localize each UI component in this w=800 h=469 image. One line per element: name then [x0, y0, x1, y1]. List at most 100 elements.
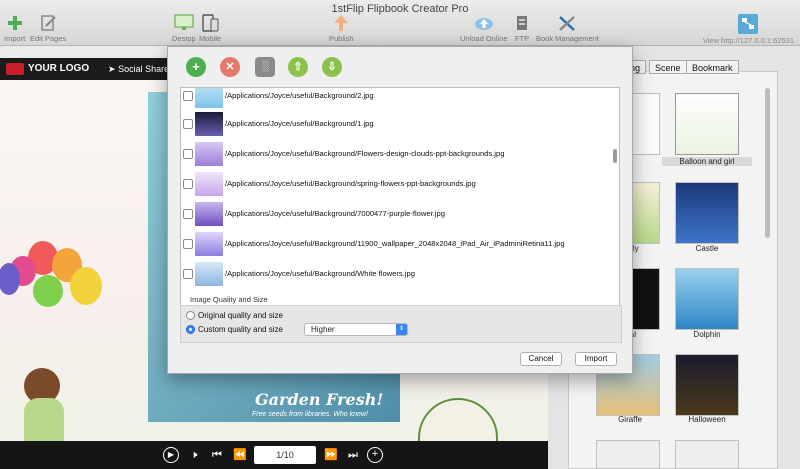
balloon-purple	[0, 263, 20, 295]
last-page-button[interactable]: ⏭	[345, 447, 361, 463]
import-images-dialog: + ✕ ░ ⇧ ⇩ /Applications/Joyce/useful/Bac…	[167, 46, 633, 374]
list-item[interactable]: /Applications/Joyce/useful/Background/11…	[181, 230, 619, 258]
toolbar: 1stFlip Flipbook Creator Pro Import Edit…	[0, 0, 800, 46]
list-item[interactable]: /Applications/Joyce/useful/Background/sp…	[181, 170, 619, 198]
player-controls: ▶ 🕨 ⏮ ⏪ 1/10 ⏩ ⏭ +	[0, 441, 548, 469]
chevron-updown-icon: ⇕	[396, 324, 407, 335]
monitor-icon	[174, 14, 194, 30]
image-thumbnail	[195, 112, 223, 136]
next-page-button[interactable]: ⏩	[323, 447, 339, 463]
file-path: /Applications/Joyce/useful/Background/11…	[225, 239, 565, 248]
thumbnail-label: Halloween	[688, 415, 726, 424]
edit-pages-label: Edit Pages	[30, 34, 67, 43]
cloud-upload-icon	[474, 18, 493, 30]
file-path: /Applications/Joyce/useful/Background/70…	[225, 209, 445, 218]
zoom-in-button[interactable]: +	[367, 447, 383, 463]
image-thumbnail	[195, 142, 223, 166]
template-thumbnail[interactable]	[596, 440, 660, 469]
add-image-button[interactable]: +	[186, 57, 206, 77]
list-item[interactable]: /Applications/Joyce/useful/Background/70…	[181, 200, 619, 228]
mobile-view-button[interactable]: Mobile	[199, 14, 221, 43]
list-item[interactable]: /Applications/Joyce/useful/Background/1.…	[181, 110, 619, 138]
row-checkbox[interactable]	[183, 239, 193, 249]
move-up-button[interactable]: ⇧	[288, 57, 308, 77]
tools-icon	[559, 16, 576, 31]
view-url-text[interactable]: View http://127.0.0.1:62531	[703, 36, 794, 45]
move-down-button[interactable]: ⇩	[322, 57, 342, 77]
custom-quality-label[interactable]: Custom quality and size	[198, 325, 283, 334]
previous-page-button[interactable]: ⏪	[232, 447, 248, 463]
window-title: 1stFlip Flipbook Creator Pro	[331, 3, 469, 15]
image-thumbnail	[195, 172, 223, 196]
row-checkbox[interactable]	[183, 119, 193, 129]
ftp-button[interactable]: FTP	[512, 14, 532, 43]
plus-icon	[7, 16, 22, 30]
logo-text: YOUR LOGO	[28, 63, 90, 74]
row-checkbox[interactable]	[183, 209, 193, 219]
custom-quality-radio[interactable]	[186, 325, 195, 334]
file-path: /Applications/Joyce/useful/Background/Wh…	[225, 269, 415, 278]
book-management-button[interactable]: Book Management	[536, 14, 599, 43]
original-quality-label[interactable]: Original quality and size	[198, 311, 283, 320]
ftp-icon	[517, 16, 527, 30]
row-checkbox[interactable]	[183, 179, 193, 189]
template-thumbnail-dolphin[interactable]	[675, 268, 739, 330]
publish-button[interactable]: Publish	[329, 14, 354, 43]
page-number-field[interactable]: 1/10	[254, 446, 316, 464]
list-item[interactable]: /Applications/Joyce/useful/Background/2.…	[181, 88, 619, 110]
volume-icon[interactable]: 🕨	[186, 447, 202, 463]
import-button[interactable]: Import	[575, 352, 617, 366]
panel-scrollbar[interactable]	[765, 88, 770, 238]
thumbnail-label: Castle	[695, 244, 719, 253]
delete-image-button[interactable]: ✕	[220, 57, 240, 77]
cancel-button[interactable]: Cancel	[520, 352, 562, 366]
quality-section-label: Image Quality and Size	[190, 295, 268, 304]
first-page-button[interactable]: ⏮	[209, 447, 225, 463]
upload-online-button[interactable]: Unload Online	[460, 14, 508, 43]
book-management-label: Book Management	[536, 34, 599, 43]
desktop-label: Destop	[172, 34, 196, 43]
file-path: /Applications/Joyce/useful/Background/2.…	[225, 91, 374, 100]
quality-select[interactable]: Higher ⇕	[304, 323, 408, 336]
template-thumbnail-balloon-girl[interactable]	[675, 93, 739, 155]
book-logo-icon	[6, 63, 24, 75]
trash-icon[interactable]: ░	[255, 57, 275, 77]
image-thumbnail	[195, 88, 223, 108]
balloon-green	[33, 275, 63, 307]
file-list-scrollbar[interactable]	[613, 149, 617, 163]
balloon-yellow	[70, 267, 102, 305]
import-toolbar-button[interactable]: Import	[4, 14, 25, 43]
image-thumbnail	[195, 202, 223, 226]
mobile-label: Mobile	[199, 34, 222, 43]
edit-pages-icon	[41, 15, 56, 31]
play-button[interactable]: ▶	[163, 447, 179, 463]
template-thumbnail-castle[interactable]	[675, 182, 739, 244]
row-checkbox[interactable]	[183, 269, 193, 279]
original-quality-radio[interactable]	[186, 311, 195, 320]
template-thumbnail-halloween[interactable]	[675, 354, 739, 416]
upload-online-label: Unload Online	[460, 34, 508, 43]
list-item[interactable]: /Applications/Joyce/useful/Background/Wh…	[181, 260, 619, 288]
desktop-view-button[interactable]: Destop	[172, 14, 196, 43]
row-checkbox[interactable]	[183, 149, 193, 159]
share-icon: ➤	[108, 64, 116, 74]
thumbnail-label: Balloon and girl	[662, 157, 752, 166]
logo: YOUR LOGO	[6, 61, 89, 77]
social-share-label: Social Share	[118, 64, 170, 74]
list-item[interactable]: /Applications/Joyce/useful/Background/Fl…	[181, 140, 619, 168]
thumbnail-label: Dolphin	[693, 330, 721, 339]
publish-arrow-icon	[334, 15, 349, 31]
file-path: /Applications/Joyce/useful/Background/Fl…	[225, 149, 505, 158]
image-thumbnail	[195, 232, 223, 256]
ftp-label: FTP	[514, 34, 530, 43]
edit-pages-button[interactable]: Edit Pages	[30, 14, 66, 43]
file-path: /Applications/Joyce/useful/Background/1.…	[225, 119, 374, 128]
publish-label: Publish	[329, 34, 354, 43]
view-link-icon[interactable]	[738, 14, 758, 34]
tab-scene[interactable]: Scene	[649, 60, 687, 74]
tab-bookmark[interactable]: Bookmark	[686, 60, 739, 74]
social-share-button[interactable]: ➤ Social Share	[108, 61, 169, 77]
row-checkbox[interactable]	[183, 91, 193, 101]
cover-headline: Garden Fresh!	[255, 390, 384, 409]
template-thumbnail[interactable]	[675, 440, 739, 469]
